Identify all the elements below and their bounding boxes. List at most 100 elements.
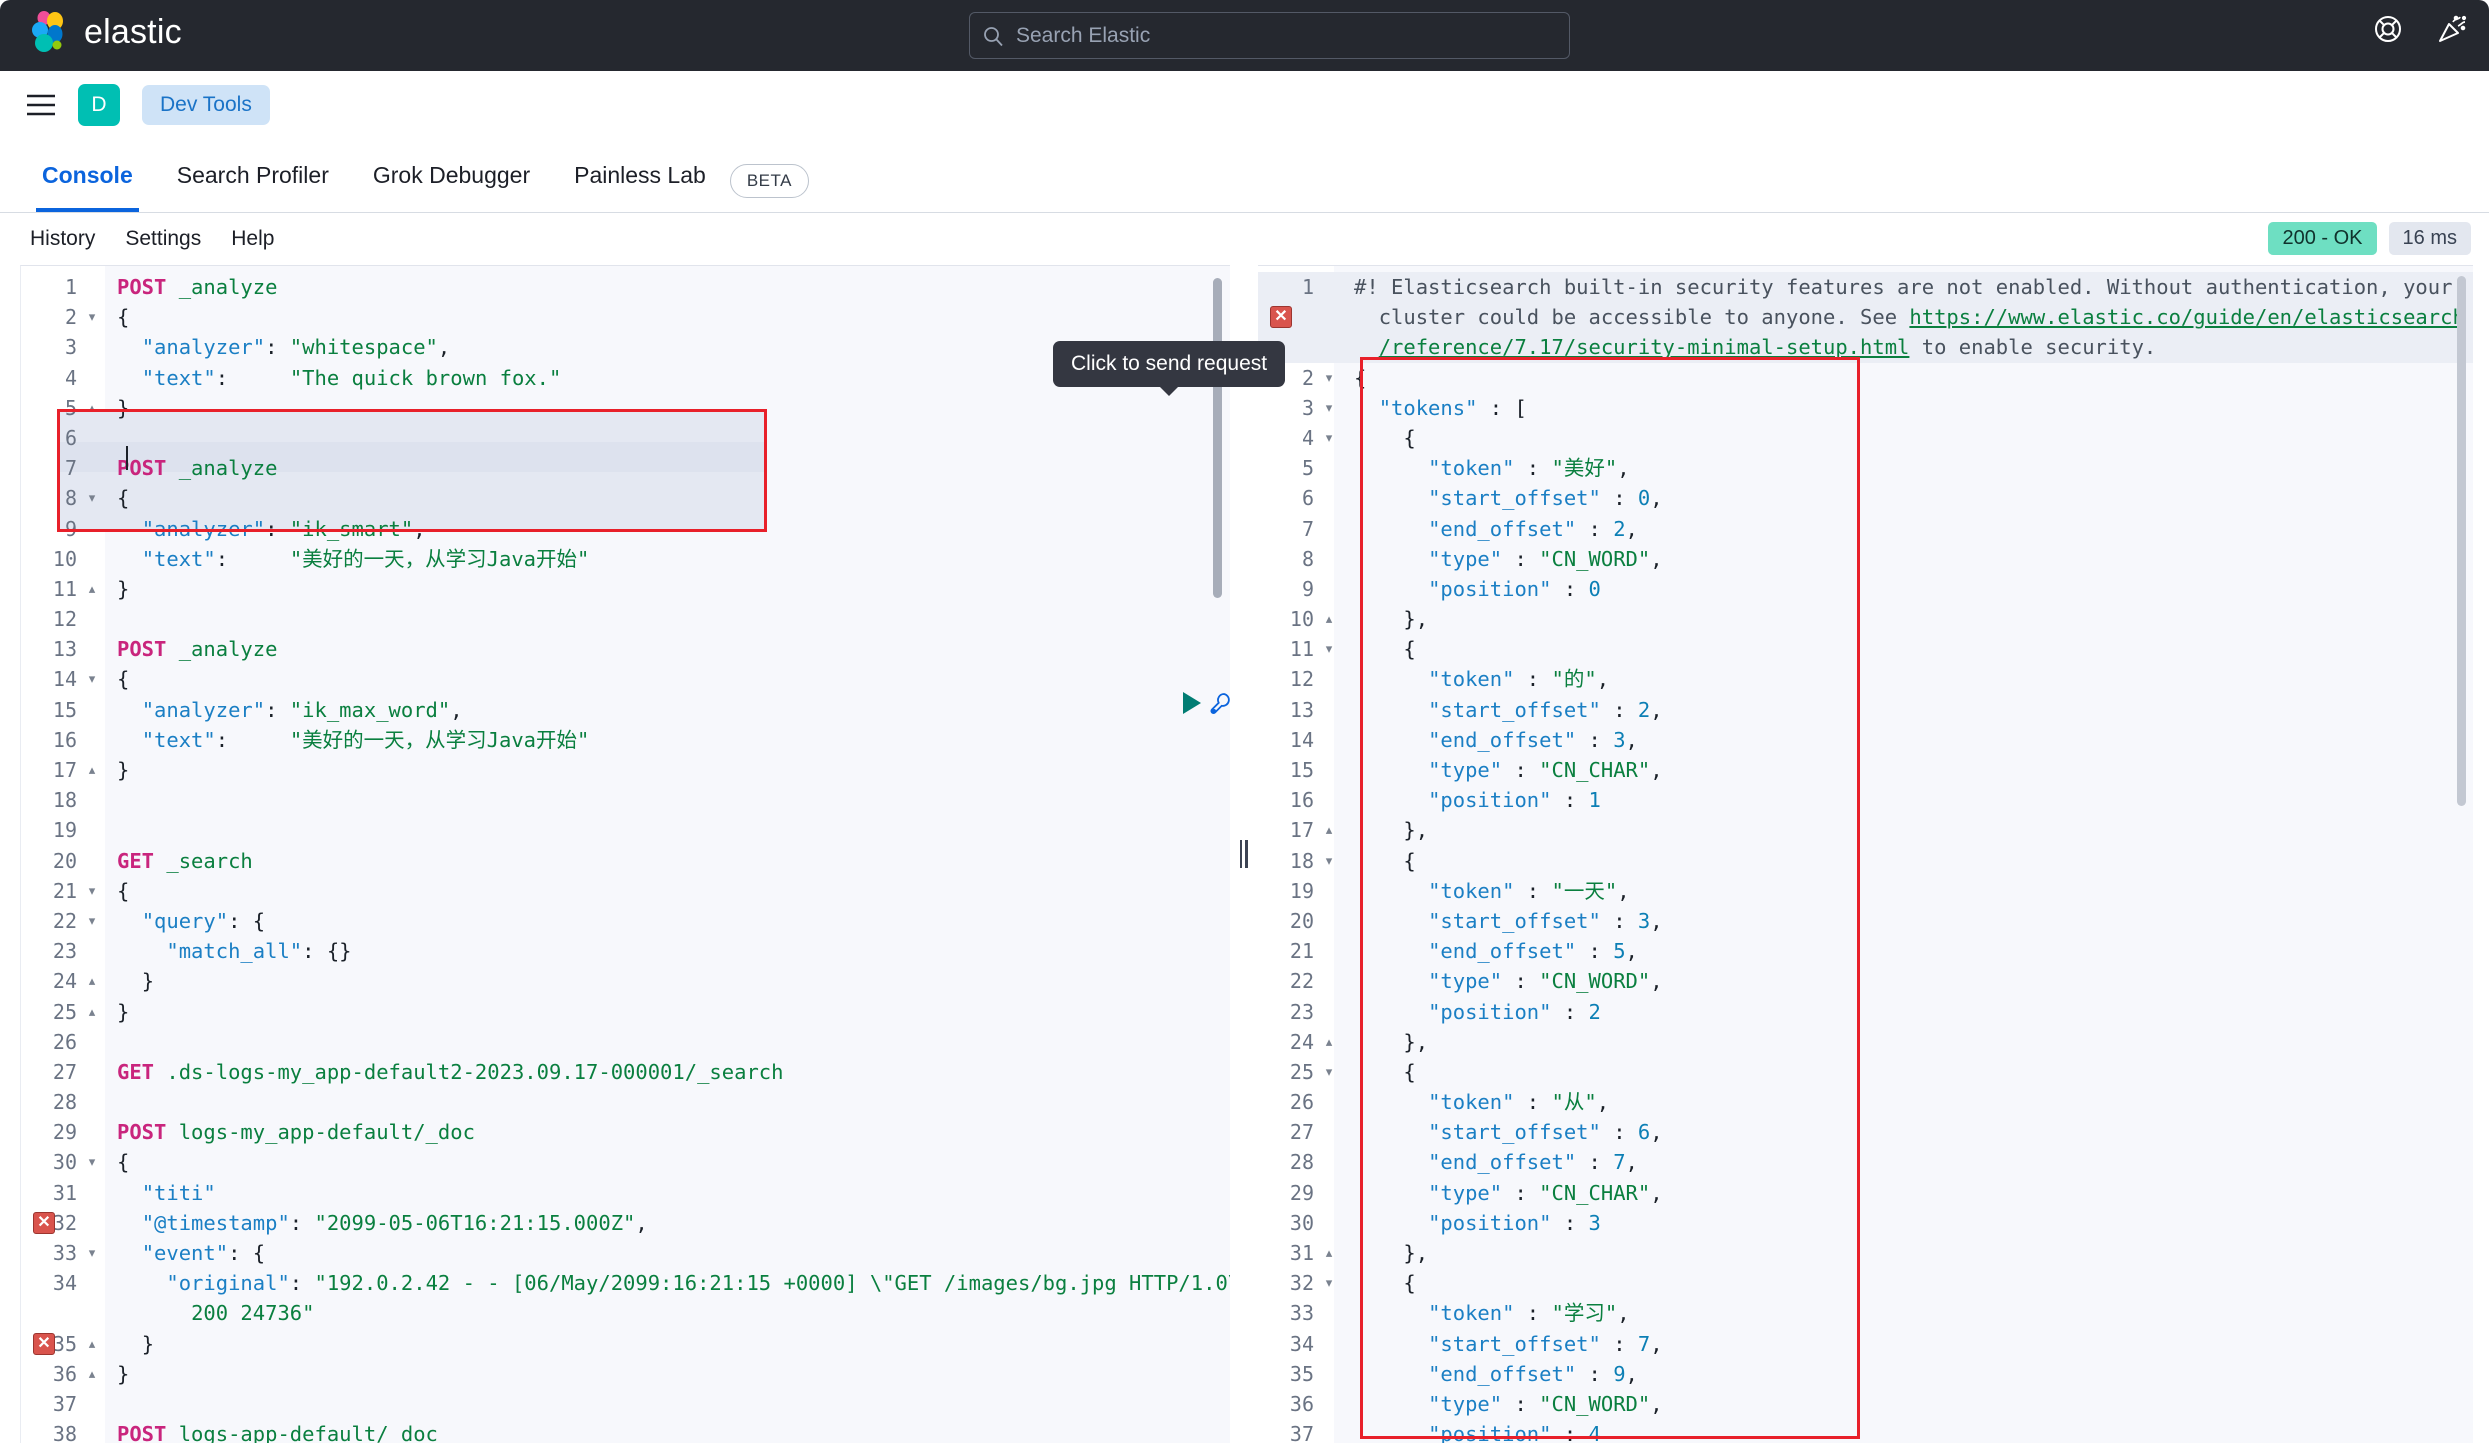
code-line[interactable]: 2 ▾ { <box>21 302 1230 332</box>
fold-toggle-icon[interactable]: ▾ <box>1318 423 1340 453</box>
elastic-logo[interactable]: elastic <box>27 10 182 54</box>
fold-toggle-icon[interactable]: ▴ <box>1318 1027 1340 1057</box>
code-text: "end_offset" : 7, <box>1428 1150 1638 1175</box>
code-line[interactable]: 24 ▴ } <box>21 966 1230 996</box>
code-line[interactable]: 34 "original": "192.0.2.42 - - [06/May/2… <box>21 1268 1230 1298</box>
code-line[interactable]: 17 ▴} <box>21 755 1230 785</box>
wrench-icon[interactable] <box>1209 691 1230 720</box>
fold-toggle-icon[interactable]: ▴ <box>81 393 103 423</box>
response-pane[interactable]: 1 #! Elasticsearch built-in security feat… <box>1258 265 2473 1443</box>
fold-toggle-icon[interactable]: ▴ <box>81 1359 103 1389</box>
code-line: 9 "position" : 0 <box>1258 574 2473 604</box>
code-line[interactable]: 33 ▾ "event": { <box>21 1238 1230 1268</box>
tab-search-profiler[interactable]: Search Profiler <box>155 138 351 212</box>
error-marker-icon[interactable]: ✕ <box>33 1211 55 1234</box>
life-ring-icon[interactable] <box>2373 14 2403 44</box>
fold-toggle-icon[interactable]: ▾ <box>81 1147 103 1177</box>
fold-toggle-icon[interactable]: ▾ <box>1318 634 1340 664</box>
tab-grok-debugger[interactable]: Grok Debugger <box>351 138 552 212</box>
fold-toggle-icon[interactable]: ▾ <box>81 1238 103 1268</box>
line-number: 34 <box>1289 1331 1314 1356</box>
party-popper-icon[interactable] <box>2437 14 2467 44</box>
line-number: 14 <box>52 667 77 692</box>
global-search-bar[interactable]: Search Elastic <box>969 12 1570 59</box>
code-line[interactable]: 37 <box>21 1389 1230 1419</box>
code-line: 32 ▾ { <box>1258 1268 2473 1298</box>
error-marker-icon[interactable]: ✕ <box>1270 306 1292 329</box>
code-line[interactable]: 15 "analyzer": "ik_max_word", <box>21 695 1230 725</box>
breadcrumb-dev-tools[interactable]: Dev Tools <box>142 85 270 125</box>
pane-splitter[interactable] <box>1230 265 1258 1443</box>
fold-toggle-icon[interactable]: ▴ <box>1318 604 1340 634</box>
code-line[interactable]: 32 "@timestamp": "2099-05-06T16:21:15.00… <box>21 1208 1230 1238</box>
code-line[interactable]: 23 "match_all": {} <box>21 936 1230 966</box>
fold-toggle-icon[interactable]: ▾ <box>1318 363 1340 393</box>
fold-toggle-icon[interactable]: ▴ <box>81 966 103 996</box>
code-line[interactable]: 1 POST _analyze <box>21 272 1230 302</box>
code-line[interactable]: 28 <box>21 1087 1230 1117</box>
code-line[interactable]: 36 ▴} <box>21 1359 1230 1389</box>
code-line[interactable]: 22 ▾ "query": { <box>21 906 1230 936</box>
code-line[interactable]: 26 <box>21 1027 1230 1057</box>
code-line[interactable]: 6 <box>21 423 1230 453</box>
fold-toggle-icon[interactable]: ▾ <box>1318 1268 1340 1298</box>
fold-toggle-icon[interactable]: ▾ <box>81 483 103 513</box>
code-line[interactable]: 31 "titi" <box>21 1178 1230 1208</box>
fold-toggle-icon[interactable]: ▴ <box>1318 1238 1340 1268</box>
code-line[interactable]: 4 "text": "The quick brown fox." <box>21 363 1230 393</box>
help-button[interactable]: Help <box>221 223 284 255</box>
code-line[interactable]: 29 POST logs-my_app-default/_doc <box>21 1117 1230 1147</box>
code-line[interactable]: 10 "text": "美好的一天，从学习Java开始" <box>21 544 1230 574</box>
line-number: 1 <box>64 275 77 299</box>
tab-painless-lab[interactable]: Painless Lab <box>552 138 728 212</box>
code-line[interactable]: 30 ▾ { <box>21 1147 1230 1177</box>
fold-toggle-icon[interactable]: ▾ <box>81 876 103 906</box>
request-editor-pane[interactable]: 1 POST _analyze 2 ▾{3 "analyzer": "whitespa… <box>20 265 1230 1443</box>
editor-line-list[interactable]: 1 POST _analyze 2 ▾{3 "analyzer": "whitespa… <box>21 266 1230 1443</box>
code-line[interactable]: 7 POST _analyze <box>21 453 1230 483</box>
code-line[interactable]: 16 "text": "美好的一天，从学习Java开始" <box>21 725 1230 755</box>
space-avatar[interactable]: D <box>78 84 120 126</box>
fold-toggle-icon[interactable]: ▾ <box>81 302 103 332</box>
response-vertical-scrollbar[interactable] <box>2457 276 2466 806</box>
code-line[interactable]: 11 ▴} <box>21 574 1230 604</box>
response-status: 200 - OK 16 ms <box>2268 222 2471 255</box>
editor-vertical-scrollbar[interactable] <box>1213 278 1222 598</box>
settings-button[interactable]: Settings <box>115 223 211 255</box>
code-line[interactable]: 20 GET _search <box>21 846 1230 876</box>
hamburger-menu-icon[interactable] <box>26 94 56 116</box>
play-triangle-icon[interactable] <box>1181 691 1203 720</box>
code-line[interactable]: 19 <box>21 815 1230 845</box>
line-number: 12 <box>52 607 77 632</box>
code-line[interactable]: 12 <box>21 604 1230 634</box>
fold-toggle-icon[interactable]: ▾ <box>81 664 103 694</box>
code-line[interactable]: 8 ▾ { <box>21 483 1230 513</box>
code-line[interactable]: 25 ▴} <box>21 997 1230 1027</box>
fold-toggle-icon[interactable]: ▴ <box>81 1329 103 1359</box>
code-line[interactable]: 9 "analyzer": "ik_smart", <box>21 514 1230 544</box>
code-line[interactable]: 14 ▾ { <box>21 664 1230 694</box>
tab-console[interactable]: Console <box>20 138 155 212</box>
fold-toggle-icon[interactable]: ▴ <box>81 755 103 785</box>
fold-toggle-icon[interactable]: ▾ <box>1318 846 1340 876</box>
fold-toggle-icon[interactable]: ▴ <box>81 997 103 1027</box>
code-text: "end_offset" : 5, <box>1428 939 1638 964</box>
line-number: 19 <box>1289 878 1314 903</box>
code-line[interactable]: 38 POST logs-app-default/_doc <box>21 1419 1230 1443</box>
error-marker-icon[interactable]: ✕ <box>33 1332 55 1355</box>
fold-toggle-icon[interactable]: ▾ <box>1318 1057 1340 1087</box>
history-button[interactable]: History <box>20 223 105 255</box>
fold-toggle-icon[interactable]: ▴ <box>1318 815 1340 845</box>
line-number: 28 <box>1289 1150 1314 1175</box>
code-line[interactable]: 35 ▴ } ✕ <box>21 1329 1230 1359</box>
code-line[interactable]: 13 POST _analyze <box>21 634 1230 664</box>
code-line[interactable]: 21 ▾ { <box>21 876 1230 906</box>
fold-toggle-icon[interactable]: ▾ <box>81 906 103 936</box>
code-line[interactable]: 27 GET .ds-logs-my_app-default2-2023.09.1… <box>21 1057 1230 1087</box>
code-line[interactable]: 200 24736" <box>21 1298 1230 1328</box>
code-line[interactable]: 18 <box>21 785 1230 815</box>
fold-toggle-icon[interactable]: ▾ <box>1318 393 1340 423</box>
code-line[interactable]: 3 "analyzer": "whitespace", <box>21 332 1230 362</box>
fold-toggle-icon[interactable]: ▴ <box>81 574 103 604</box>
code-line[interactable]: 5 ▴} <box>21 393 1230 423</box>
